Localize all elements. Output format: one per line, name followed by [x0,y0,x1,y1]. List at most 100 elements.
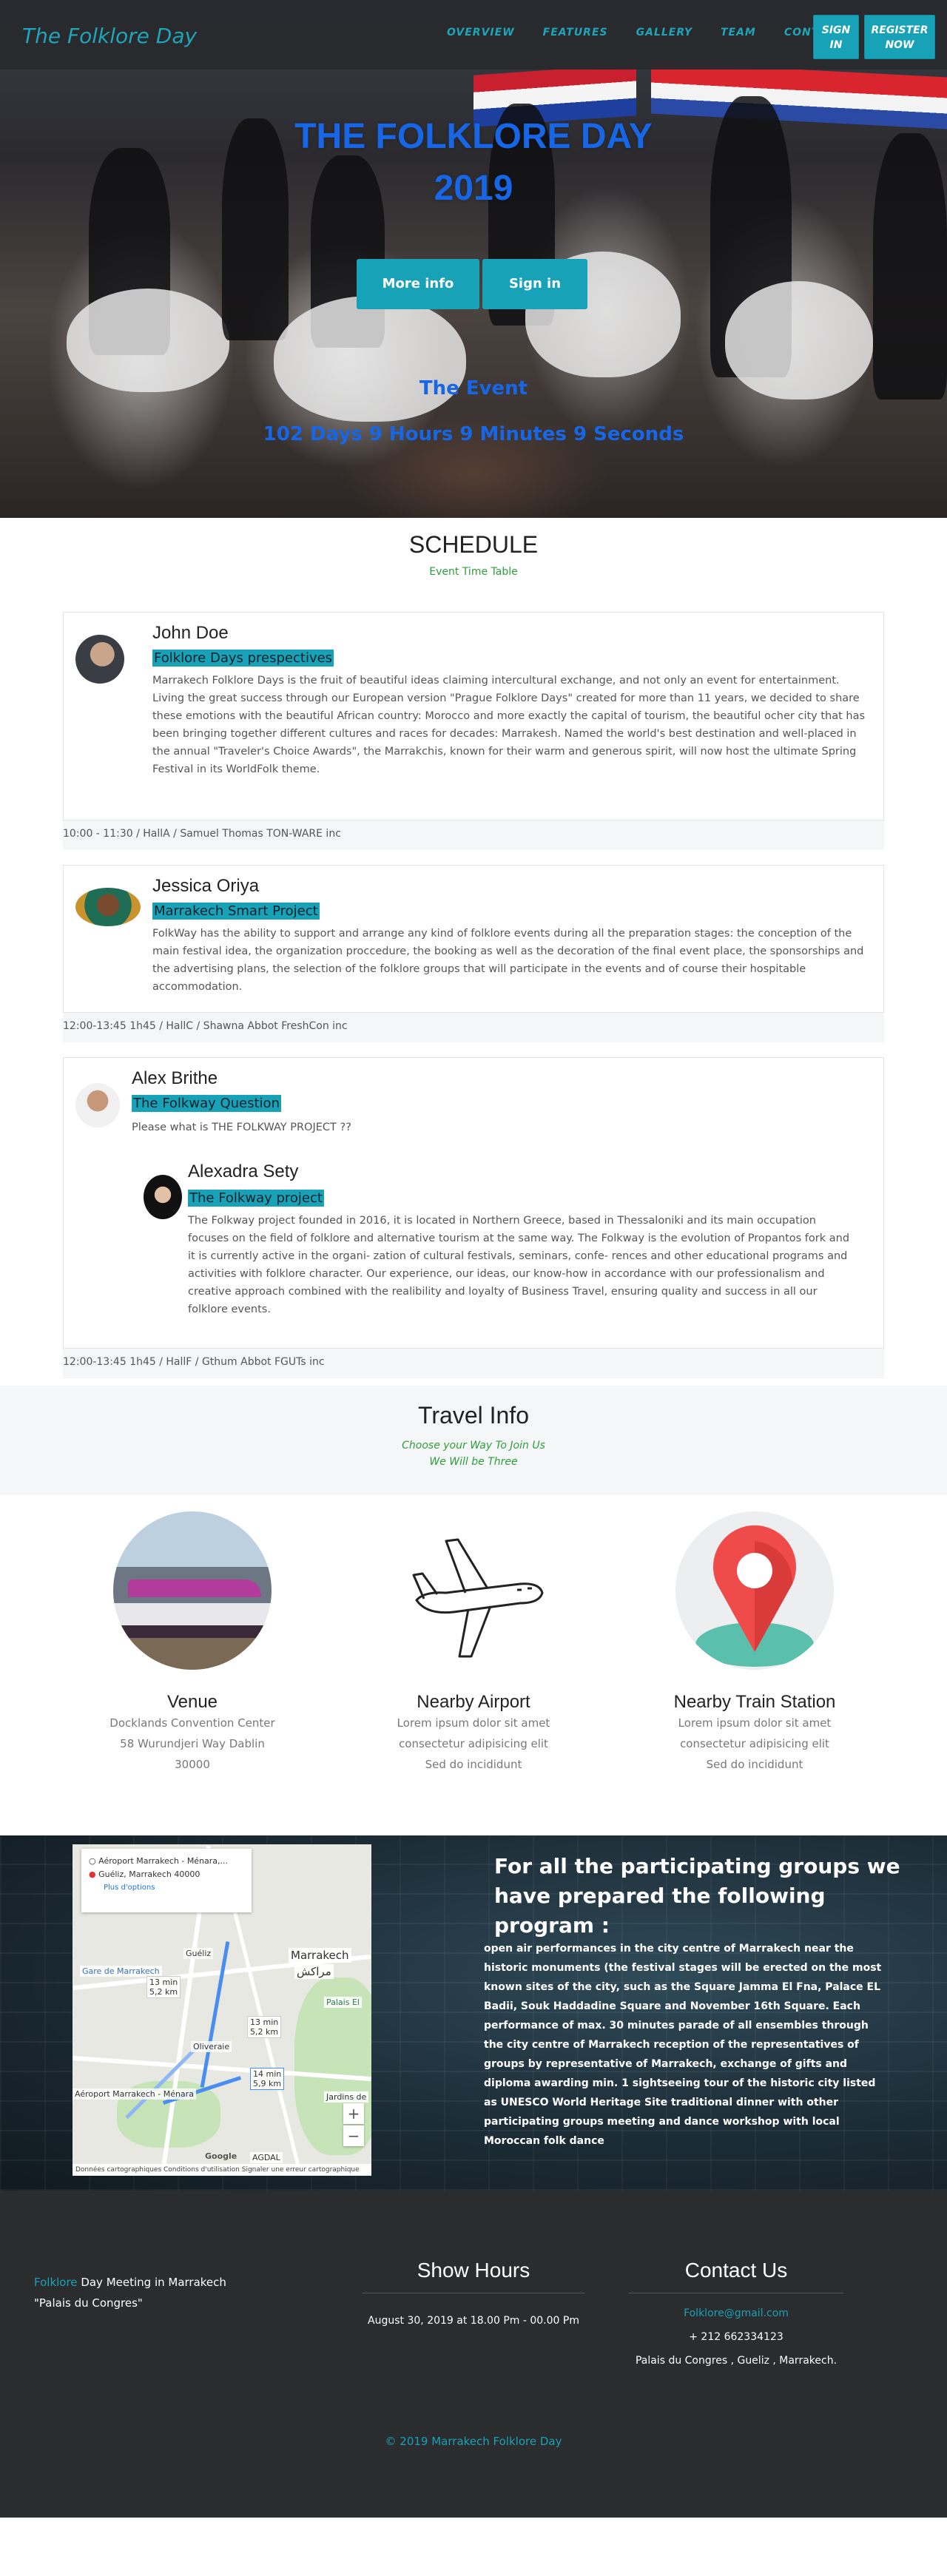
venue-title: Venue [166,1692,218,1712]
hero-title-year: 2019 [434,169,513,208]
hero-section: THE FOLKLORE DAY 2019 More info Sign in … [0,0,947,518]
travel-header: Travel Info Choose your Way To Join Us W… [0,1386,947,1495]
map-label-gueliz: Guéliz [183,1948,214,1959]
map-label-marrakech: Marrakech [289,1948,351,1963]
site-footer: Folklore Day Meeting in Marrakech "Palai… [0,2191,947,2525]
travel-title: Travel Info [418,1402,529,1429]
map-attribution[interactable]: Données cartographiques Conditions d'uti… [73,2164,371,2176]
more-options-link[interactable]: Plus d'options [89,1881,244,1895]
speaker-avatar [75,635,124,684]
route-option-3[interactable]: 14 min 5,9 km [250,2068,285,2090]
dancer-skirt [274,296,466,422]
contact-email[interactable]: Folklore@gmail.com [621,2307,851,2319]
train-station-title: Nearby Train Station [673,1692,836,1712]
hero-sign-in-button[interactable]: Sign in [482,259,587,309]
schedule-meta: 10:00 - 11:30 / HallA / Samuel Thomas TO… [63,820,884,850]
contact-phone: + 212 662334123 [689,2331,783,2343]
program-text: open air performances in the city centre… [484,1943,882,2147]
venue-line: Docklands Convention Center [109,1716,275,1730]
airport-column: Nearby Airport Lorem ipsum dolor sit ame… [363,1511,584,1775]
speaker-name: John Doe [152,623,229,643]
route-time: 14 min [253,2069,282,2079]
nav-link-overview[interactable]: OVERVIEW [447,27,515,38]
schedule-card: John Doe Folklore Days prespectives Marr… [63,612,884,820]
footer-accent-word[interactable]: Folklore [34,2276,78,2289]
event-label: The Event [419,377,528,399]
nav-link-team[interactable]: TEAM [721,27,756,38]
direction-from-text: Aéroport Marrakech - Ménara,... [98,1856,229,1866]
hero-title: THE FOLKLORE DAY 2019 [0,111,947,215]
program-title: For all the participating groups we have… [494,1854,900,1938]
route-distance: 5,9 km [253,2079,282,2088]
speaker-avatar [75,1083,120,1127]
route-option-1[interactable]: 13 min 5,2 km [146,1976,181,1998]
talk-topic: The Folkway Question [132,1095,281,1112]
airport-line: consectetur adipisicing elit [399,1737,548,1750]
talk-topic: Folklore Days prespectives [152,650,334,667]
nav-register-button[interactable]: REGISTER NOW [864,15,935,59]
direction-to[interactable]: ● Guéliz, Marrakech 40000 [89,1868,244,1881]
schedule-meta: 12:00-13:45 1h45 / HallC / Shawna Abbot … [63,1013,884,1042]
zoom-out-button[interactable]: − [343,2125,364,2146]
footer-about-text: Day Meeting in Marrakech [77,2276,226,2289]
train-station-line: Lorem ipsum dolor sit amet [678,1716,832,1730]
route-time: 13 min [250,2017,279,2027]
reply-avatar [144,1175,182,1219]
schedule-card: Jessica Oriya Marrakech Smart Project Fo… [63,865,884,1013]
talk-description: FolkWay has the ability to support and a… [152,928,864,993]
venue-line: 30000 [175,1758,210,1771]
location-pin-icon [675,1511,834,1670]
nav-link-features[interactable]: FEATURES [543,27,608,38]
route-distance: 5,2 km [149,1987,178,1997]
map-label-arabic: مراكش [294,1964,334,1979]
train-station-line: consectetur adipisicing elit [680,1737,829,1750]
train-photo [113,1511,272,1670]
route-option-2[interactable]: 13 min 5,2 km [247,2016,282,2038]
zoom-in-button[interactable]: + [343,2103,364,2124]
brand-logo[interactable]: The Folklore Day [22,24,197,48]
footer-bottom-strip [0,2518,947,2525]
schedule-title: SCHEDULE [408,531,539,558]
destination-pin-icon: ● [89,1869,96,1879]
schedule-meta: 12:00-13:45 1h45 / HallF / Gthum Abbot F… [63,1349,884,1378]
reply-name: Alexadra Sety [188,1161,299,1181]
schedule-subtitle: Event Time Table [429,566,518,578]
footer-about: Folklore Day Meeting in Marrakech "Palai… [34,2272,226,2313]
map-label-oliveraie: Oliveraie [191,2041,232,2052]
airport-title: Nearby Airport [417,1692,530,1712]
speaker-avatar [75,888,141,926]
map-label-palais: Palais El [324,1997,362,2008]
travel-columns: Venue Docklands Convention Center 58 Wur… [0,1495,947,1835]
reply-topic: The Folkway project [188,1190,324,1207]
travel-line-2: We Will be Three [429,1456,518,1468]
show-hours-text: August 30, 2019 at 18.00 Pm - 00.00 Pm [368,2315,579,2327]
more-info-button[interactable]: More info [357,259,479,309]
show-hours-title: Show Hours [363,2259,584,2293]
venue-line: 58 Wurundjeri Way Dablin [120,1737,265,1750]
speaker-name: Jessica Oriya [152,876,260,896]
route-time: 13 min [149,1977,178,1987]
footer-venue-line: "Palais du Congres" [34,2296,143,2310]
map-label-gare: Gare de Marrakech [80,1966,162,1977]
nav-sign-in-button[interactable]: SIGN IN [813,15,859,59]
schedule-section: SCHEDULE Event Time Table John Doe Folkl… [0,518,947,1378]
direction-from[interactable]: ○ Aéroport Marrakech - Ménara,... [89,1855,244,1868]
direction-to-text: Guéliz, Marrakech 40000 [98,1869,200,1879]
airplane-icon [394,1511,553,1670]
google-logo: Google [205,2151,237,2161]
contact-address: Palais du Congres , Gueliz , Marrakech. [635,2355,838,2367]
nav-links: OVERVIEW FEATURES GALLERY TEAM CONTACT [447,27,871,38]
speaker-name: Alex Brithe [132,1068,218,1088]
airport-line: Sed do incididunt [425,1758,522,1771]
venue-column: Venue Docklands Convention Center 58 Wur… [81,1511,303,1775]
directions-panel[interactable]: ○ Aéroport Marrakech - Ménara,... ● Guél… [81,1849,252,1912]
route-map[interactable]: ○ Aéroport Marrakech - Ménara,... ● Guél… [73,1844,371,2176]
footer-about-line: Folklore Day Meeting in Marrakech [34,2272,226,2293]
map-label-jardins: Jardins de [324,2091,369,2103]
talk-description: Marrakech Folklore Days is the fruit of … [152,675,866,775]
dancer-skirt [67,289,229,392]
nav-link-gallery[interactable]: GALLERY [636,27,692,38]
copyright: © 2019 Marrakech Folklore Day [385,2435,562,2448]
talk-topic: Marrakech Smart Project [152,903,320,920]
event-countdown: 102 Days 9 Hours 9 Minutes 9 Seconds [263,423,684,445]
